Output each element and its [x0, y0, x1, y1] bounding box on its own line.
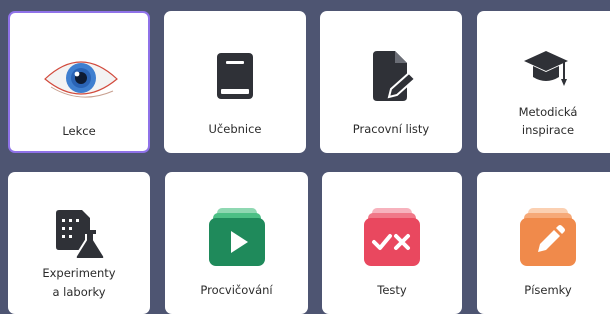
play-cards-icon	[209, 208, 265, 266]
book-icon	[217, 53, 253, 99]
tile-ucebnice[interactable]: Učebnice	[164, 11, 306, 153]
document-edit-icon	[373, 51, 417, 101]
tile-label: a laborky	[52, 285, 106, 299]
tile-label: Lekce	[62, 124, 96, 138]
tile-pisemky[interactable]: Písemky	[477, 172, 610, 314]
eye-icon	[44, 61, 118, 98]
tile-label: Pracovní listy	[352, 122, 430, 136]
tile-label: Procvičování	[200, 283, 273, 297]
tile-testy[interactable]: Testy	[322, 172, 462, 314]
tile-experimenty[interactable]: Experimenty a laborky	[8, 172, 150, 314]
check-cross-cards-icon	[364, 208, 420, 266]
tile-label: Experimenty	[42, 266, 116, 280]
tile-label: Testy	[377, 283, 407, 297]
tile-label: Metodická	[518, 105, 578, 119]
tile-label: Učebnice	[208, 122, 262, 136]
tile-lekce[interactable]: Lekce	[8, 11, 150, 153]
lab-flask-icon	[56, 210, 106, 260]
graduation-cap-icon	[524, 51, 568, 86]
tile-label: inspirace	[521, 123, 575, 137]
tile-metodicka-inspirace[interactable]: Metodická inspirace	[477, 11, 610, 153]
tile-label: Písemky	[524, 283, 572, 297]
tile-procvicovani[interactable]: Procvičování	[165, 172, 308, 314]
pencil-cards-icon	[520, 208, 576, 266]
tile-pracovni-listy[interactable]: Pracovní listy	[320, 11, 462, 153]
